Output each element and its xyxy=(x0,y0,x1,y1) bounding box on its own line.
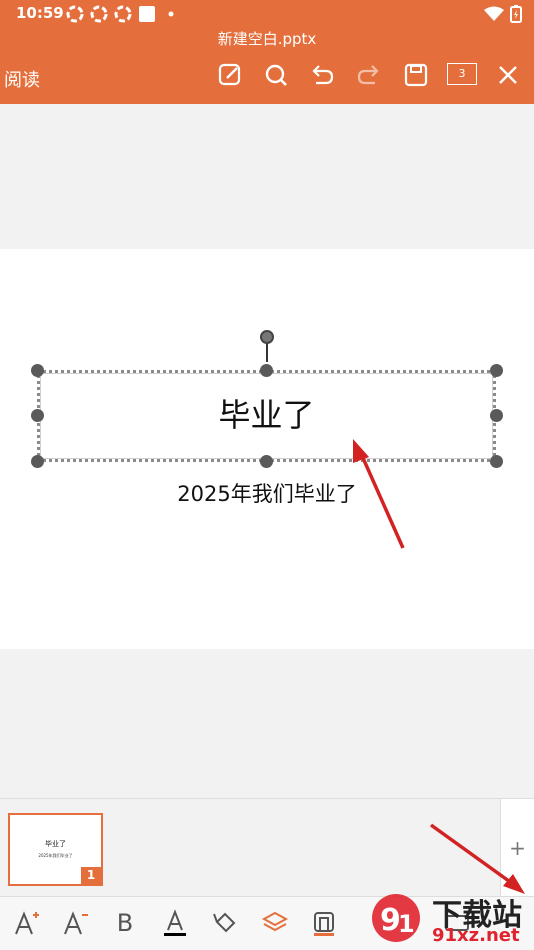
font-color-icon xyxy=(164,909,186,936)
edit-button[interactable] xyxy=(215,60,245,90)
wifi-icon xyxy=(484,6,504,21)
redo-button[interactable] xyxy=(354,60,384,90)
fill-color-icon xyxy=(213,912,236,933)
status-bar: 10:59 xyxy=(0,0,534,28)
resize-handle-top-left[interactable] xyxy=(31,364,44,377)
layers-icon xyxy=(261,911,289,932)
resize-handle-left[interactable] xyxy=(31,409,44,422)
watermark-url: 91xz.net xyxy=(432,925,520,946)
bold-icon: B xyxy=(116,909,134,937)
svg-text:1: 1 xyxy=(398,910,415,938)
close-button[interactable] xyxy=(493,60,523,90)
system-icons xyxy=(484,5,522,23)
font-decrease-icon xyxy=(64,911,88,935)
thumbnail-subtitle: 2025年我们毕业了 xyxy=(38,853,73,858)
bold-button[interactable]: B xyxy=(109,907,141,939)
notification-icons xyxy=(66,5,180,23)
font-increase-icon xyxy=(15,911,39,935)
annotation-arrow-icon xyxy=(353,439,405,549)
font-decrease-button[interactable] xyxy=(59,907,91,939)
square-icon xyxy=(139,6,155,22)
search-button[interactable] xyxy=(261,60,291,90)
slide-title[interactable]: 毕业了 xyxy=(40,390,493,436)
font-increase-button[interactable] xyxy=(10,907,42,939)
slide-thumbnail[interactable]: 毕业了 2025年我们毕业了 1 xyxy=(8,813,103,886)
document-title: 新建空白.pptx xyxy=(217,30,317,48)
font-color-button[interactable] xyxy=(159,907,191,939)
rotate-connector xyxy=(266,343,268,362)
sync-icon xyxy=(114,5,132,23)
resize-handle-top[interactable] xyxy=(260,364,273,377)
shape-style-button[interactable] xyxy=(308,907,340,939)
resize-handle-bottom-right[interactable] xyxy=(490,455,503,468)
dot-icon xyxy=(168,11,174,17)
status-time: 10:59 xyxy=(16,4,64,22)
shape-style-icon xyxy=(314,912,334,936)
resize-handle-top-right[interactable] xyxy=(490,364,503,377)
layers-button[interactable] xyxy=(259,907,291,939)
thumbnail-number: 1 xyxy=(81,867,101,884)
sync-icon xyxy=(90,5,108,23)
resize-handle-right[interactable] xyxy=(490,409,503,422)
redo-icon xyxy=(357,65,379,85)
resize-handle-bottom[interactable] xyxy=(260,455,273,468)
search-icon xyxy=(265,64,287,86)
undo-icon xyxy=(312,65,334,85)
edit-icon xyxy=(218,63,241,86)
save-icon xyxy=(404,63,428,87)
page-count-button[interactable]: 3 xyxy=(447,63,477,85)
thumbnail-title: 毕业了 xyxy=(45,840,66,848)
slide-subtitle[interactable]: 2025年我们毕业了 xyxy=(0,478,534,508)
resize-handle-bottom-left[interactable] xyxy=(31,455,44,468)
fill-color-button[interactable] xyxy=(209,907,241,939)
rotate-handle[interactable] xyxy=(260,330,274,344)
close-icon xyxy=(499,66,517,84)
save-button[interactable] xyxy=(401,60,431,90)
app-header: 10:59 新建空白.pptx 阅读 3 xyxy=(0,0,534,104)
sync-icon xyxy=(66,5,84,23)
undo-button[interactable] xyxy=(307,60,337,90)
battery-icon xyxy=(510,5,522,23)
